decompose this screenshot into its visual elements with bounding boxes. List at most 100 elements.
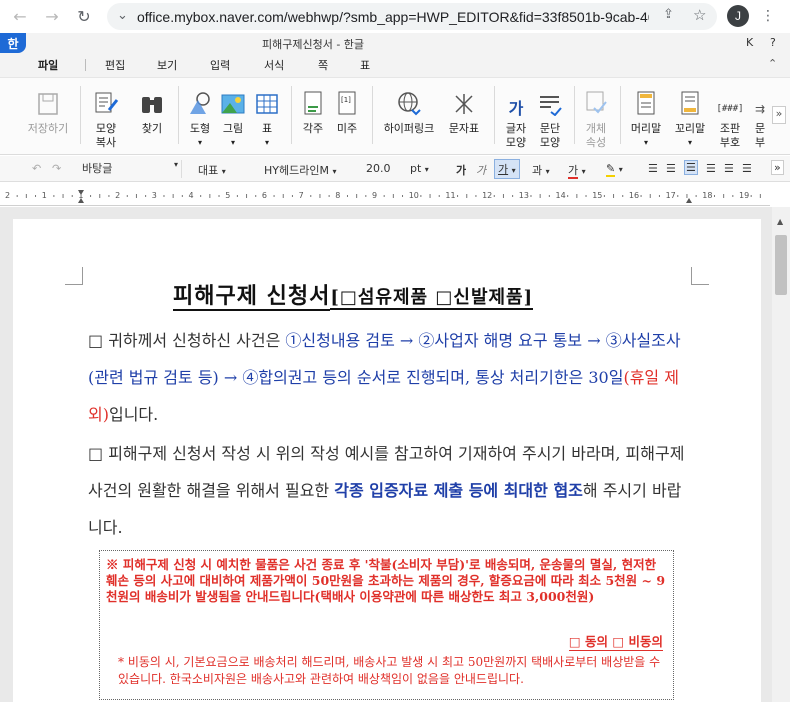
- align-right-icon[interactable]: ☰: [706, 162, 716, 175]
- forward-icon[interactable]: →: [38, 2, 66, 30]
- picture-button[interactable]: 그림 ▾: [218, 86, 248, 150]
- profile-avatar[interactable]: J: [727, 5, 749, 27]
- style-select[interactable]: 바탕글 ▾: [82, 160, 182, 178]
- back-icon[interactable]: ←: [6, 2, 34, 30]
- ribbon-divider: [372, 86, 373, 144]
- highlight-button[interactable]: ✎ ▾: [606, 162, 623, 177]
- ribbon-divider: [494, 86, 495, 144]
- crop-mark-right: [691, 267, 709, 285]
- notice-main-text: ※ 피해구제 신청 시 예치한 물품은 사건 종료 후 '착불(소비자 부담)'…: [106, 557, 666, 604]
- bookmark-star-icon[interactable]: ☆: [693, 6, 706, 24]
- share-icon[interactable]: ⇪: [663, 7, 674, 22]
- ribbon-toolbar: 저장하기 모양 복사 찾기 도형 ▾ 그림 ▾ 표 ▾ 각주 [1] 미주 하이…: [0, 77, 790, 155]
- header-label: 머리말: [630, 122, 662, 135]
- collapse-ribbon-icon[interactable]: ⌃: [768, 57, 777, 70]
- browser-menu-icon[interactable]: ⋮: [757, 5, 779, 27]
- ruler-number: 6: [261, 191, 267, 200]
- menu-file[interactable]: 파일: [38, 57, 58, 73]
- horizontal-ruler[interactable]: 2 1 1 2 3 4 5 6 7 8 9 10 11 12 13 14 15 16 17 18 19: [0, 187, 770, 206]
- font-unit-select[interactable]: pt ▾: [410, 162, 429, 175]
- ruler-number: 1: [78, 191, 84, 200]
- language-select[interactable]: 대표 ▾: [198, 162, 226, 178]
- hyperlink-button[interactable]: 하이퍼링크: [378, 86, 440, 136]
- font-select[interactable]: HY헤드라인M ▾: [264, 162, 336, 178]
- char-table-button[interactable]: 문자표: [444, 86, 484, 136]
- ruler-number: 4: [188, 191, 194, 200]
- bold-button[interactable]: 가: [456, 162, 466, 178]
- align-justify-icon[interactable]: ☰: [648, 162, 658, 175]
- align-split-icon[interactable]: ☰: [742, 162, 752, 175]
- reload-icon[interactable]: ↻: [70, 2, 98, 30]
- strikethrough-button[interactable]: 과 ▾: [532, 162, 550, 178]
- menu-view[interactable]: 보기: [157, 57, 177, 73]
- save-button[interactable]: 저장하기: [24, 86, 72, 136]
- paragraph-1: □ 귀하께서 신청하신 사건은 ①신청내용 검토 → ②사업자 해명 요구 통보…: [88, 322, 693, 433]
- keyboard-shortcut-button[interactable]: K: [746, 36, 753, 49]
- strike-dropdown-icon: ▾: [545, 167, 550, 176]
- footer-dropdown-icon[interactable]: ▾: [670, 136, 710, 150]
- para-shape-label-2: 모양: [539, 136, 561, 149]
- undo-icon[interactable]: ↶: [32, 162, 41, 175]
- scroll-thumb[interactable]: [775, 235, 787, 295]
- p2-highlight: 각종 입증자료 제출 등에 최대한 협조: [334, 481, 583, 500]
- para-shape-button[interactable]: 문단 모양: [534, 86, 566, 150]
- object-properties-icon: [586, 91, 607, 114]
- find-button[interactable]: 찾기: [134, 86, 170, 136]
- site-settings-icon[interactable]: ⌄: [117, 8, 128, 23]
- ruler-number: 8: [335, 191, 341, 200]
- header-button[interactable]: 머리말 ▾: [626, 86, 666, 150]
- vertical-scrollbar[interactable]: ▲: [772, 207, 790, 702]
- menu-insert[interactable]: 입력: [210, 57, 230, 73]
- char-table-label: 문자표: [448, 122, 480, 135]
- menu-format[interactable]: 서식: [264, 57, 284, 73]
- ruler-number: 2: [5, 191, 11, 200]
- shape-label: 도형: [189, 122, 211, 135]
- menu-edit[interactable]: 편집: [105, 57, 125, 73]
- table-dropdown-icon[interactable]: ▾: [252, 136, 282, 150]
- symbol-icon: [455, 94, 473, 114]
- table-icon: [256, 94, 278, 114]
- object-properties-button[interactable]: 개체 속성: [580, 86, 612, 150]
- copy-shape-button[interactable]: 모양 복사: [88, 86, 124, 150]
- align-center-icon[interactable]: ☰: [684, 160, 698, 175]
- menu-table[interactable]: 표: [360, 57, 370, 73]
- align-distribute-icon[interactable]: ☰: [724, 162, 734, 175]
- highlighter-icon: ✎: [606, 162, 616, 177]
- document-heading: 피해구제 신청서[□섬유제품 □신발제품]: [173, 278, 623, 311]
- underline-button[interactable]: 가 ▾: [494, 159, 520, 179]
- shape-dropdown-icon[interactable]: ▾: [184, 136, 216, 150]
- scroll-up-icon[interactable]: ▲: [777, 217, 783, 226]
- typesetting-code-button[interactable]: [###] 조판 부호: [714, 86, 746, 150]
- help-button[interactable]: ?: [770, 36, 776, 49]
- copy-shape-label-2: 복사: [95, 136, 117, 149]
- footer-button[interactable]: 꼬리말 ▾: [670, 86, 710, 150]
- picture-dropdown-icon[interactable]: ▾: [218, 136, 248, 150]
- endnote-button[interactable]: [1] 미주: [332, 86, 362, 136]
- shape-button[interactable]: 도형 ▾: [184, 86, 216, 150]
- address-bar[interactable]: ⌄ office.mybox.naver.com/webhwp/?smb_app…: [107, 3, 717, 30]
- font-color-button[interactable]: 가 ▾: [568, 162, 586, 179]
- redo-icon[interactable]: ↷: [52, 162, 61, 175]
- table-button[interactable]: 표 ▾: [252, 86, 282, 150]
- ribbon-scroll-right-icon[interactable]: »: [772, 106, 786, 124]
- consent-checkboxes[interactable]: □ 동의 □ 비동의: [568, 631, 663, 651]
- menu-bar: 파일 편집 보기 입력 서식 쪽 표 ⌃: [0, 53, 790, 77]
- paragraph-shape-icon: [540, 96, 562, 116]
- char-shape-icon: 가: [508, 99, 524, 118]
- ruler-number: 10: [408, 191, 419, 200]
- char-shape-button[interactable]: 가 글자 모양: [500, 86, 532, 150]
- menu-page[interactable]: 쪽: [318, 57, 328, 73]
- font-size-input[interactable]: 20.0: [366, 162, 391, 175]
- italic-button[interactable]: 가: [476, 162, 486, 178]
- more-ribbon-button[interactable]: ⇉ 문 부: [750, 86, 770, 150]
- document-page[interactable]: 피해구제 신청서[□섬유제품 □신발제품] □ 귀하께서 신청하신 사건은 ①신…: [13, 219, 761, 719]
- font-size-value: 20.0: [366, 162, 391, 175]
- align-left-icon[interactable]: ☰: [666, 162, 676, 175]
- footnote-button[interactable]: 각주: [298, 86, 328, 136]
- font-color-dropdown-icon: ▾: [581, 167, 586, 176]
- binoculars-icon: [142, 97, 162, 113]
- ruler-number: 13: [518, 191, 529, 200]
- ruler-number: 7: [298, 191, 304, 200]
- format-more-icon[interactable]: »: [771, 160, 784, 175]
- header-dropdown-icon[interactable]: ▾: [626, 136, 666, 150]
